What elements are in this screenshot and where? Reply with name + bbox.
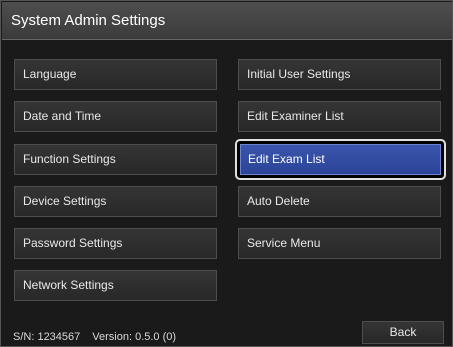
edit-exam-list-label: Edit Exam List (240, 144, 441, 175)
window-title: System Admin Settings (11, 12, 166, 29)
version-info: Version: 0.5.0 (0) (92, 331, 177, 343)
service-menu-button[interactable]: Service Menu (238, 228, 441, 259)
back-button[interactable]: Back (362, 321, 444, 344)
date-and-time-button[interactable]: Date and Time (14, 101, 217, 132)
edit-exam-list-button[interactable]: Edit Exam List (235, 139, 446, 180)
language-button[interactable]: Language (14, 59, 217, 90)
network-settings-button[interactable]: Network Settings (14, 270, 217, 301)
password-settings-button[interactable]: Password Settings (14, 228, 217, 259)
function-settings-button[interactable]: Function Settings (14, 144, 217, 175)
initial-user-settings-button[interactable]: Initial User Settings (238, 59, 441, 90)
device-settings-button[interactable]: Device Settings (14, 186, 217, 217)
auto-delete-button[interactable]: Auto Delete (238, 186, 441, 217)
settings-window: System Admin Settings Language Date and … (0, 0, 453, 347)
title-bar: System Admin Settings (2, 2, 452, 40)
serial-number: S/N: 1234567 (13, 331, 81, 343)
edit-examiner-list-button[interactable]: Edit Examiner List (238, 101, 441, 132)
device-info: S/N: 1234567 Version: 0.5.0 (0) (13, 331, 176, 343)
